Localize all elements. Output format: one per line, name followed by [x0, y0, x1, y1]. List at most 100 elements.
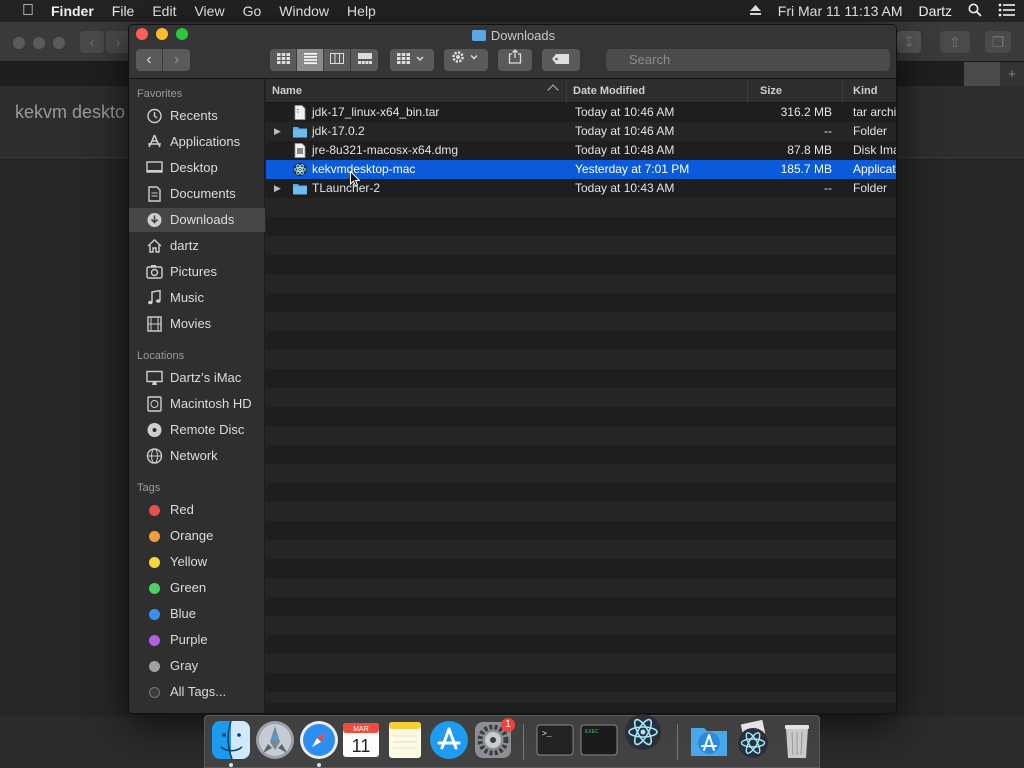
- trash-dock-icon[interactable]: [777, 720, 817, 760]
- launchpad-dock-icon[interactable]: [255, 720, 295, 760]
- finder-dock-icon[interactable]: [211, 720, 251, 760]
- column-header-name[interactable]: Name: [266, 79, 566, 103]
- movies-icon: [147, 316, 162, 332]
- forward-button[interactable]: ›: [163, 49, 190, 71]
- column-header-date[interactable]: Date Modified: [566, 79, 747, 103]
- menu-view[interactable]: View: [185, 0, 233, 22]
- sidebar-tag-orange[interactable]: Orange: [129, 524, 265, 548]
- sidebar-tag-green[interactable]: Green: [129, 576, 265, 600]
- file-kind: Disk Ima: [853, 143, 897, 157]
- script-editor-dock-icon[interactable]: EXEC: [579, 720, 619, 760]
- sidebar-item-network[interactable]: Network: [129, 444, 265, 468]
- sidebar-item-pictures[interactable]: Pictures: [129, 260, 265, 284]
- file-date: Today at 10:43 AM: [575, 181, 675, 195]
- search-input[interactable]: [606, 49, 890, 71]
- sidebar-tag-purple[interactable]: Purple: [129, 628, 265, 652]
- recents-icon: [147, 108, 162, 124]
- menu-edit[interactable]: Edit: [143, 0, 185, 22]
- background-tab[interactable]: [964, 62, 1000, 86]
- background-zoom-button[interactable]: [53, 37, 65, 49]
- disclosure-triangle-icon[interactable]: ▶: [274, 179, 281, 198]
- electron-dock-icon[interactable]: [623, 712, 663, 752]
- file-row-selected[interactable]: kekvmdesktop-mac Yesterday at 7:01 PM 18…: [266, 160, 896, 179]
- sidebar-item-home[interactable]: dartz: [129, 234, 265, 258]
- menu-clock[interactable]: Fri Mar 11 11:13 AM: [770, 3, 911, 19]
- back-forward-control: ‹ ›: [136, 49, 190, 71]
- sidebar-item-label: Music: [170, 290, 204, 305]
- background-forward-button[interactable]: ›: [106, 31, 130, 53]
- background-back-button[interactable]: ‹: [80, 31, 104, 53]
- background-download-icon[interactable]: ↧: [897, 31, 921, 53]
- menu-app-name[interactable]: Finder: [42, 0, 103, 22]
- pictures-icon: [146, 265, 163, 279]
- sidebar-item-desktop[interactable]: Desktop: [129, 156, 265, 180]
- finder-window: Downloads ‹ › Search Favorites Recents A…: [128, 24, 897, 714]
- icon-view-button[interactable]: [270, 49, 297, 71]
- sidebar-item-remote-disc[interactable]: Remote Disc: [129, 418, 265, 442]
- harddisk-icon: [147, 396, 162, 412]
- file-size: 87.8 MB: [787, 143, 832, 157]
- sidebar-all-tags[interactable]: All Tags...: [129, 680, 265, 704]
- applications-folder-dock-icon[interactable]: [689, 720, 729, 760]
- edit-tags-button[interactable]: [542, 49, 580, 71]
- list-view-button[interactable]: [297, 49, 324, 71]
- eject-icon[interactable]: [741, 3, 770, 19]
- sidebar-item-macintosh-hd[interactable]: Macintosh HD: [129, 392, 265, 416]
- gallery-view-button[interactable]: [351, 49, 378, 71]
- background-tabs-icon[interactable]: ❐: [985, 31, 1011, 53]
- share-button[interactable]: [498, 49, 532, 71]
- sidebar-item-label: Blue: [170, 606, 197, 621]
- terminal-dock-icon[interactable]: >_: [535, 720, 575, 760]
- sidebar-item-imac[interactable]: Dartz’s iMac: [129, 366, 265, 390]
- file-row[interactable]: jre-8u321-macosx-x64.dmg Today at 10:48 …: [266, 141, 897, 160]
- notes-dock-icon[interactable]: [385, 720, 425, 760]
- menu-help[interactable]: Help: [338, 0, 385, 22]
- spotlight-search-icon[interactable]: [960, 3, 990, 20]
- menu-user[interactable]: Dartz: [911, 3, 960, 19]
- sidebar-item-label: Network: [170, 448, 218, 463]
- sidebar-item-applications[interactable]: Applications: [129, 130, 265, 154]
- sidebar-tag-yellow[interactable]: Yellow: [129, 550, 265, 574]
- file-row[interactable]: ▶ TLauncher-2 Today at 10:43 AM -- Folde…: [266, 179, 896, 198]
- file-row[interactable]: jdk-17_linux-x64_bin.tar Today at 10:46 …: [266, 103, 896, 122]
- sidebar-item-documents[interactable]: Documents: [129, 182, 265, 206]
- window-title: Downloads: [129, 28, 896, 43]
- group-by-button[interactable]: [390, 49, 434, 71]
- apple-menu-icon[interactable]: : [14, 2, 42, 20]
- menu-file[interactable]: File: [103, 0, 144, 22]
- downloads-stack-dock-icon[interactable]: [733, 719, 773, 760]
- sidebar-item-recents[interactable]: Recents: [129, 104, 265, 128]
- background-minimize-button[interactable]: [33, 37, 45, 49]
- file-kind: Applicat: [853, 162, 896, 176]
- safari-dock-icon[interactable]: [299, 720, 339, 760]
- sidebar-item-music[interactable]: Music: [129, 286, 265, 310]
- sidebar-item-label: Orange: [170, 528, 214, 543]
- action-gear-button[interactable]: [444, 49, 488, 71]
- disclosure-triangle-icon[interactable]: ▶: [274, 122, 281, 141]
- back-button[interactable]: ‹: [136, 49, 163, 71]
- column-header-size[interactable]: Size: [747, 79, 842, 103]
- background-close-button[interactable]: [13, 37, 25, 49]
- sidebar: Favorites Recents Applications Desktop D…: [129, 79, 265, 713]
- file-date: Today at 10:46 AM: [575, 105, 675, 119]
- sidebar-tag-blue[interactable]: Blue: [129, 602, 265, 626]
- sidebar-item-downloads[interactable]: Downloads: [129, 208, 265, 232]
- file-kind: Folder: [853, 181, 888, 195]
- background-new-tab-button[interactable]: +: [1000, 62, 1024, 86]
- file-row[interactable]: ▶ jdk-17.0.2 Today at 10:46 AM -- Folder: [266, 122, 896, 141]
- notification-center-icon[interactable]: [990, 3, 1024, 20]
- column-header-kind[interactable]: Kind: [842, 79, 896, 103]
- calendar-dock-icon[interactable]: MAR 11: [341, 720, 381, 760]
- sidebar-item-movies[interactable]: Movies: [129, 312, 265, 336]
- app-store-dock-icon[interactable]: [429, 720, 469, 760]
- sidebar-tag-red[interactable]: Red: [129, 498, 265, 522]
- tags-header: Tags: [137, 482, 161, 494]
- terminal-prompt: >_: [542, 730, 552, 739]
- tag-color-dot: [149, 557, 160, 568]
- sidebar-tag-gray[interactable]: Gray: [129, 654, 265, 678]
- file-name: jdk-17_linux-x64_bin.tar: [312, 105, 440, 119]
- menu-window[interactable]: Window: [270, 0, 338, 22]
- menu-go[interactable]: Go: [234, 0, 271, 22]
- background-share-icon[interactable]: ⇧: [940, 31, 970, 53]
- column-view-button[interactable]: [324, 49, 351, 71]
